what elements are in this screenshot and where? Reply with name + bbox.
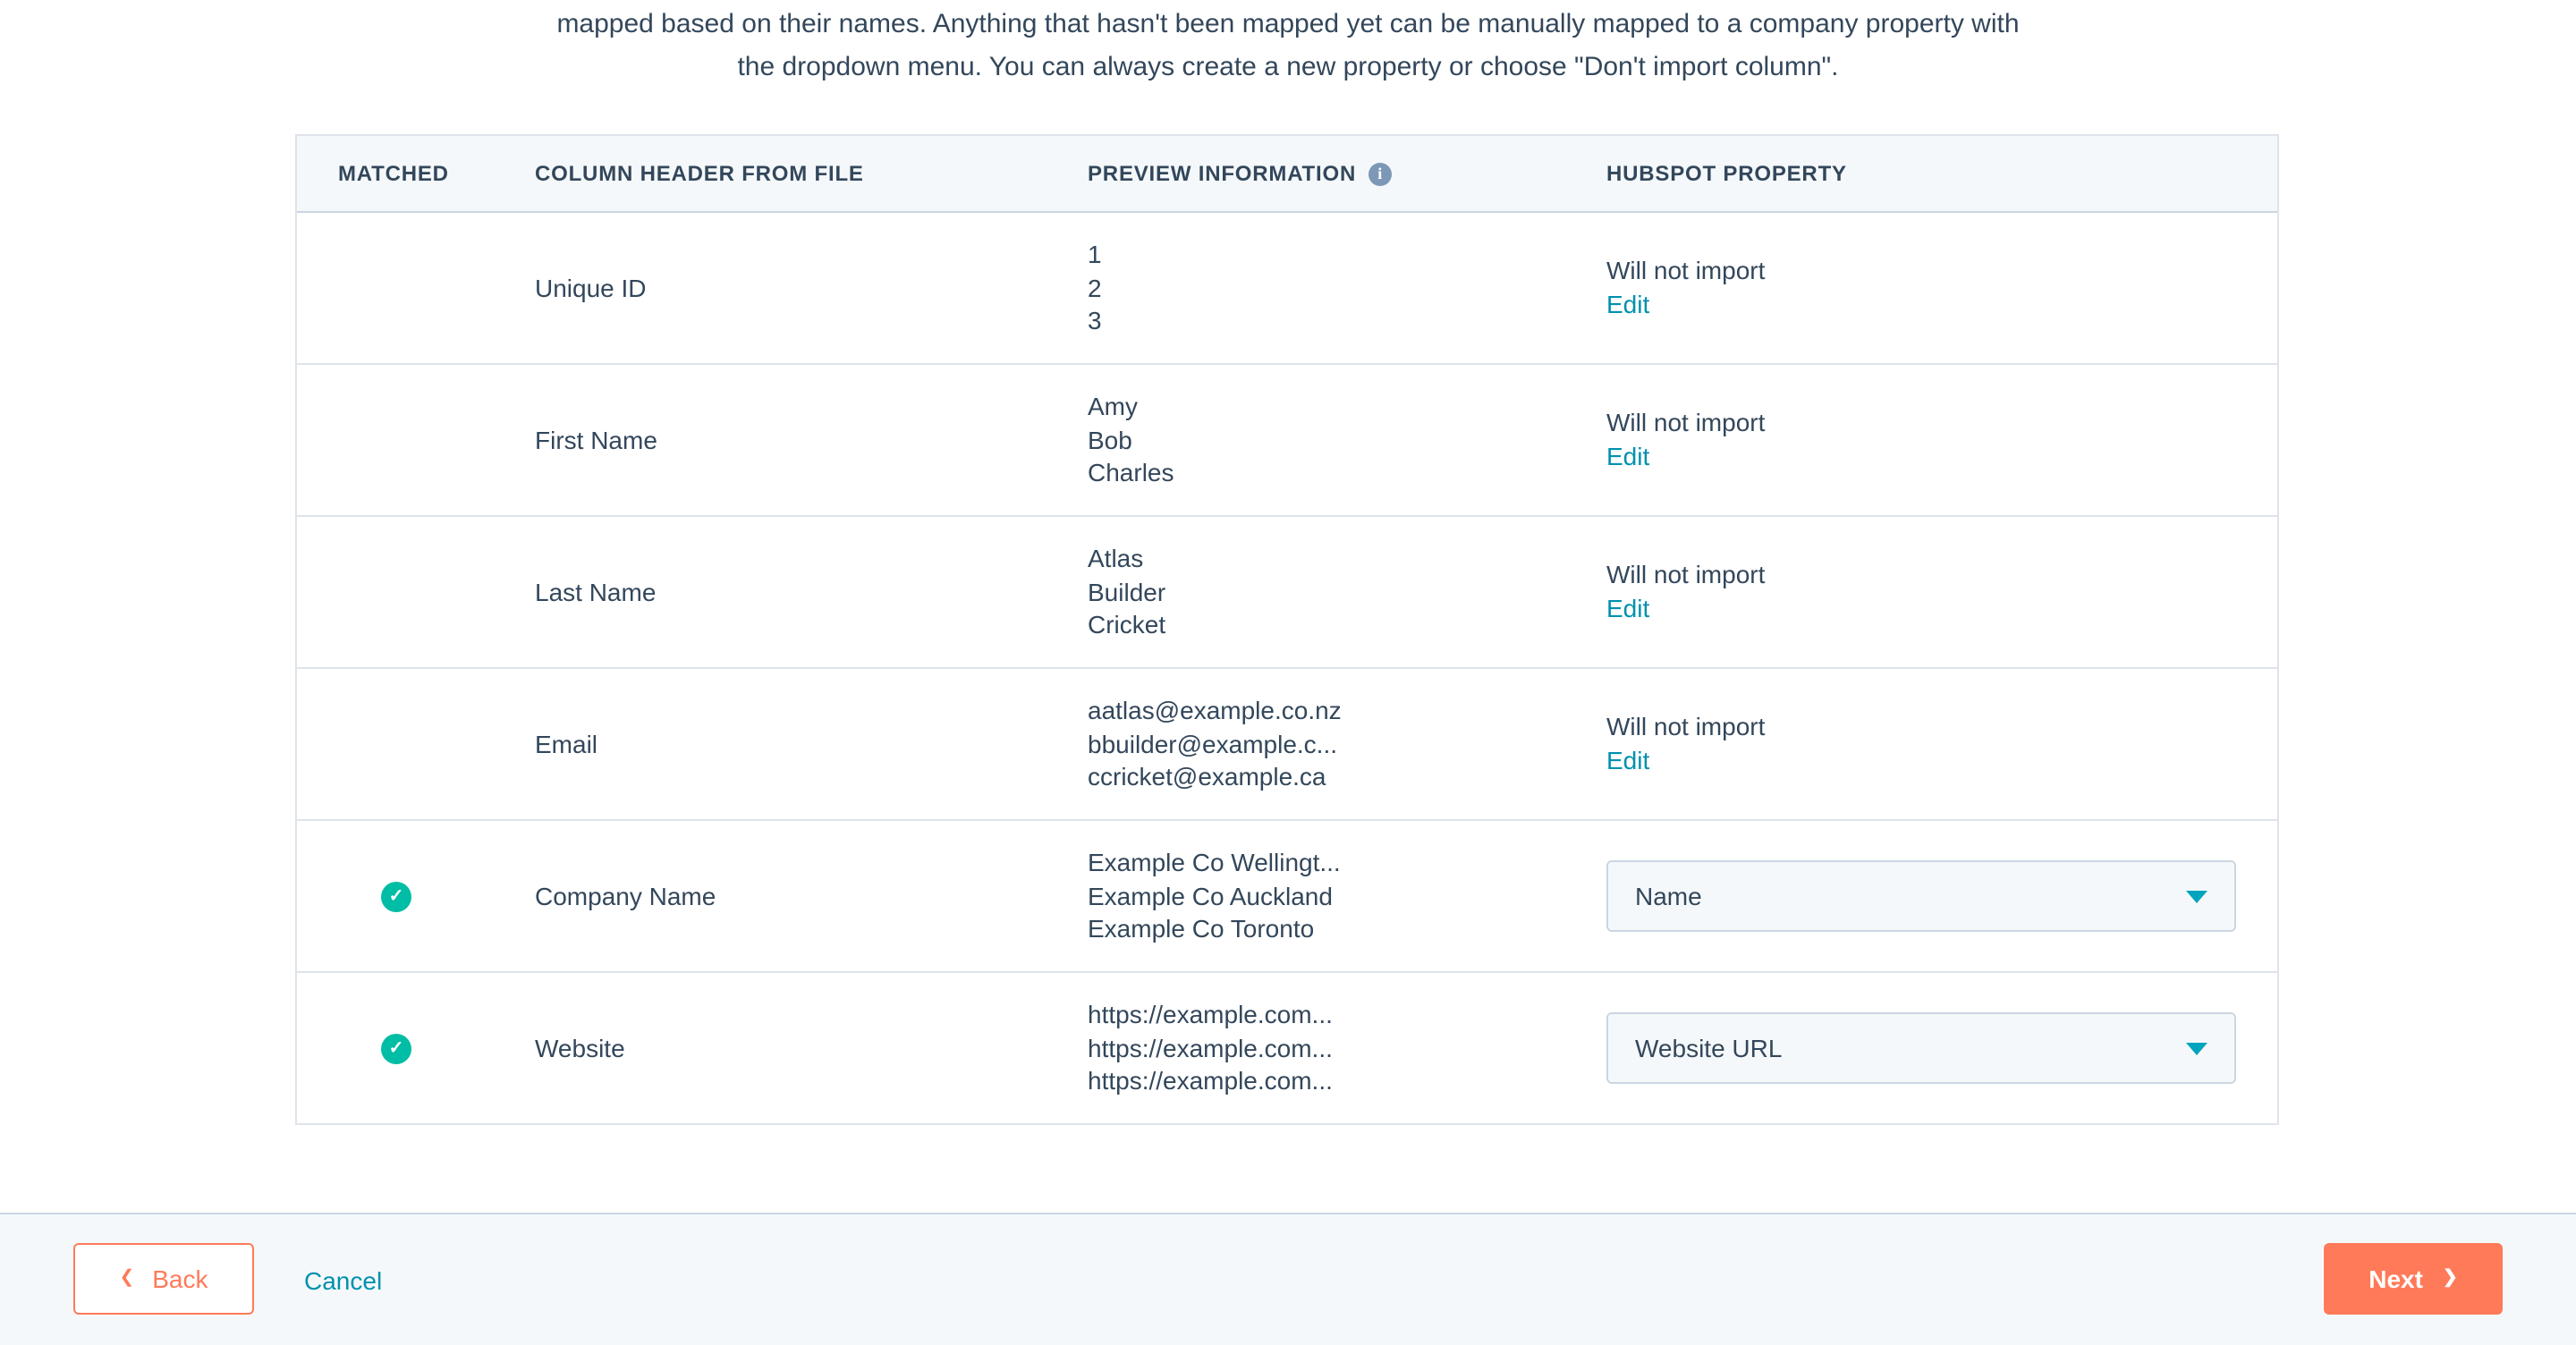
will-not-import-text: Will not import [1606,710,2277,744]
dropdown-selected-value: Website URL [1635,1031,1782,1065]
header-preview-information: PREVIEW INFORMATION i [1088,161,1606,186]
edit-link[interactable]: Edit [1606,744,2277,778]
preview-line: Amy [1088,391,1606,424]
property-cell: Will not import Edit [1606,558,2277,626]
column-header-cell: Last Name [535,578,1088,606]
edit-link[interactable]: Edit [1606,288,2277,322]
preview-line: bbuilder@example.c... [1088,728,1606,761]
header-column-header-from-file: COLUMN HEADER FROM FILE [535,161,1088,186]
chevron-left-icon: ❮ [119,1270,134,1288]
preview-line: Charles [1088,457,1606,490]
property-cell: Will not import Edit [1606,254,2277,322]
wizard-footer: ❮ Back Cancel Next ❯ [0,1213,2576,1345]
chevron-down-icon [2186,890,2207,902]
header-matched: MATCHED [297,161,535,186]
table-row: Unique ID 1 2 3 Will not import Edit [297,213,2277,365]
property-cell: Will not import Edit [1606,710,2277,778]
column-header-cell: Company Name [535,882,1088,910]
preview-line: https://example.com... [1088,999,1606,1032]
dropdown-selected-value: Name [1635,879,1702,913]
preview-line: aatlas@example.co.nz [1088,695,1606,728]
preview-line: ccricket@example.ca [1088,761,1606,794]
property-cell: Will not import Edit [1606,406,2277,474]
property-cell: Name [1606,860,2277,932]
intro-text: mapped based on their names. Anything th… [0,4,2576,89]
table-header-row: MATCHED COLUMN HEADER FROM FILE PREVIEW … [297,136,2277,213]
preview-line: Example Co Auckland [1088,880,1606,913]
table-row: ✓ Company Name Example Co Wellingt... Ex… [297,821,2277,973]
preview-cell: Atlas Builder Cricket [1088,543,1606,642]
preview-cell: https://example.com... https://example.c… [1088,999,1606,1098]
table-row: Last Name Atlas Builder Cricket Will not… [297,517,2277,669]
preview-line: Atlas [1088,543,1606,576]
edit-link[interactable]: Edit [1606,440,2277,474]
back-button[interactable]: ❮ Back [73,1243,254,1315]
preview-line: https://example.com... [1088,1065,1606,1098]
property-dropdown[interactable]: Name [1606,860,2236,932]
preview-line: Builder [1088,576,1606,609]
info-icon[interactable]: i [1368,162,1392,185]
column-header-cell: Email [535,730,1088,758]
preview-line: Example Co Toronto [1088,913,1606,946]
table-row: First Name Amy Bob Charles Will not impo… [297,365,2277,517]
property-cell: Website URL [1606,1012,2277,1084]
column-header-cell: First Name [535,426,1088,454]
preview-cell: 1 2 3 [1088,239,1606,338]
import-mapping-screen: mapped based on their names. Anything th… [0,0,2576,1345]
matched-cell: ✓ [297,881,535,911]
preview-line: https://example.com... [1088,1032,1606,1065]
preview-line: Cricket [1088,609,1606,642]
intro-line-2: the dropdown menu. You can always create… [0,47,2576,89]
preview-cell: Amy Bob Charles [1088,391,1606,490]
chevron-down-icon [2186,1042,2207,1054]
next-button[interactable]: Next ❯ [2324,1243,2503,1315]
table-row: Email aatlas@example.co.nz bbuilder@exam… [297,669,2277,821]
column-mapping-table: MATCHED COLUMN HEADER FROM FILE PREVIEW … [295,134,2279,1125]
matched-check-icon: ✓ [381,881,411,911]
chevron-right-icon: ❯ [2443,1270,2458,1288]
preview-line: 1 [1088,239,1606,272]
preview-line: 3 [1088,305,1606,338]
header-preview-label: PREVIEW INFORMATION [1088,161,1356,186]
preview-cell: aatlas@example.co.nz bbuilder@example.c.… [1088,695,1606,794]
preview-line: Bob [1088,424,1606,457]
will-not-import-text: Will not import [1606,558,2277,592]
back-button-label: Back [152,1265,208,1293]
preview-line: Example Co Wellingt... [1088,847,1606,880]
table-row: ✓ Website https://example.com... https:/… [297,973,2277,1123]
will-not-import-text: Will not import [1606,406,2277,440]
matched-check-icon: ✓ [381,1033,411,1063]
cancel-link[interactable]: Cancel [304,1214,382,1345]
preview-cell: Example Co Wellingt... Example Co Auckla… [1088,847,1606,946]
will-not-import-text: Will not import [1606,254,2277,288]
column-header-cell: Unique ID [535,274,1088,302]
intro-line-1: mapped based on their names. Anything th… [0,4,2576,47]
header-hubspot-property: HUBSPOT PROPERTY [1606,161,2277,186]
matched-cell: ✓ [297,1033,535,1063]
property-dropdown[interactable]: Website URL [1606,1012,2236,1084]
column-header-cell: Website [535,1034,1088,1062]
next-button-label: Next [2368,1265,2423,1293]
preview-line: 2 [1088,272,1606,305]
edit-link[interactable]: Edit [1606,592,2277,626]
